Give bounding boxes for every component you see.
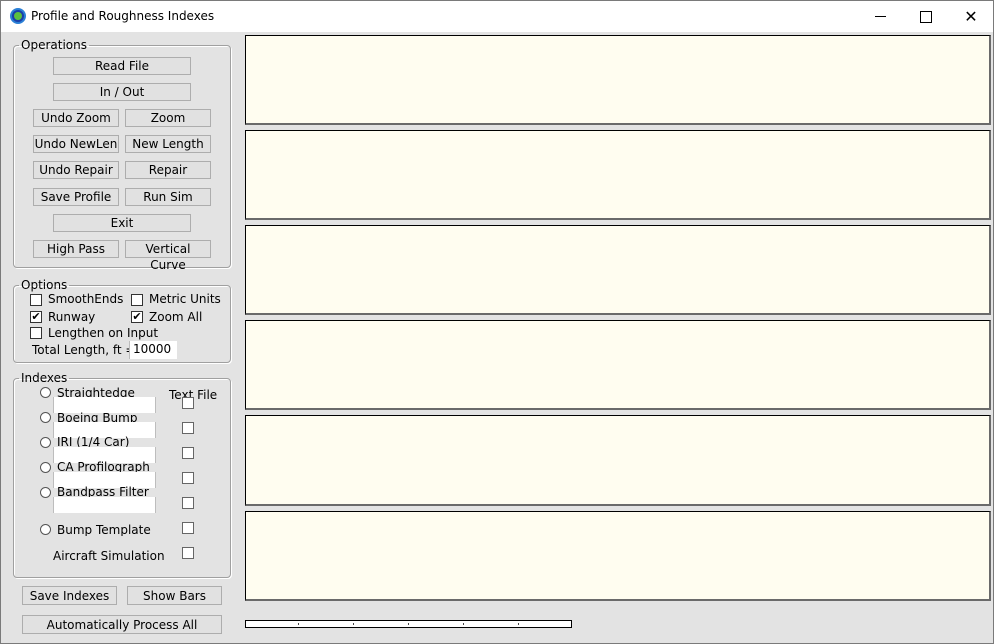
save-profile-button[interactable]: Save Profile — [33, 188, 119, 206]
zoom-all-checkbox[interactable]: ✔ — [131, 311, 143, 323]
plot-panel-1[interactable] — [245, 35, 991, 125]
close-button[interactable]: ✕ — [948, 1, 994, 32]
bandpass-filter-value[interactable] — [53, 497, 156, 513]
options-legend: Options — [21, 278, 68, 292]
aircraft-simulation-label: Aircraft Simulation — [53, 549, 165, 562]
zoom-all-label: Zoom All — [149, 310, 203, 324]
undo-zoom-button[interactable]: Undo Zoom — [33, 109, 119, 127]
bump-template-radio[interactable] — [40, 524, 51, 535]
maximize-button[interactable] — [903, 1, 949, 32]
straightedge-textfile-checkbox[interactable] — [182, 397, 194, 409]
iri-radio[interactable] — [40, 437, 51, 448]
app-globe-icon — [10, 8, 26, 24]
read-file-button[interactable]: Read File — [53, 57, 191, 75]
lengthen-on-input-label: Lengthen on Input — [48, 326, 159, 340]
in-out-button[interactable]: In / Out — [53, 83, 191, 101]
progress-tick — [463, 623, 464, 625]
progress-tick — [298, 623, 299, 625]
plot-panel-3[interactable] — [245, 225, 991, 315]
boeing-bump-radio[interactable] — [40, 412, 51, 423]
smooth-ends-checkbox[interactable] — [30, 294, 42, 306]
runway-label: Runway — [48, 310, 96, 324]
repair-button[interactable]: Repair — [125, 161, 211, 179]
ca-profilograph-label: CA Profilograph — [57, 460, 150, 472]
indexes-legend: Indexes — [21, 371, 68, 385]
close-icon: ✕ — [964, 6, 978, 26]
aircraft-simulation-textfile-checkbox[interactable] — [182, 547, 194, 559]
operations-legend: Operations — [21, 38, 87, 52]
minimize-button[interactable] — [857, 1, 903, 32]
new-length-button[interactable]: New Length — [125, 135, 211, 153]
show-bars-button[interactable]: Show Bars — [127, 586, 222, 605]
ca-profilograph-radio[interactable] — [40, 462, 51, 473]
bandpass-filter-radio[interactable] — [40, 487, 51, 498]
maximize-icon — [920, 10, 932, 23]
undo-newlen-button[interactable]: Undo NewLen — [33, 135, 119, 153]
undo-repair-button[interactable]: Undo Repair — [33, 161, 119, 179]
lengthen-on-input-checkbox[interactable] — [30, 327, 42, 339]
progress-bar — [245, 620, 572, 628]
high-pass-button[interactable]: High Pass — [33, 240, 119, 258]
window-title: Profile and Roughness Indexes — [31, 9, 215, 23]
auto-process-all-button[interactable]: Automatically Process All — [22, 615, 222, 634]
title-bar: Profile and Roughness Indexes ✕ — [1, 1, 993, 32]
bump-template-label: Bump Template — [57, 523, 151, 536]
straightedge-radio[interactable] — [40, 387, 51, 398]
minimize-icon — [874, 16, 886, 17]
bump-template-textfile-checkbox[interactable] — [182, 522, 194, 534]
progress-tick — [518, 623, 519, 625]
progress-tick — [353, 623, 354, 625]
save-indexes-button[interactable]: Save Indexes — [22, 586, 117, 605]
metric-units-label: Metric Units — [149, 292, 221, 306]
total-length-label: Total Length, ft = — [32, 343, 136, 357]
boeing-bump-textfile-checkbox[interactable] — [182, 422, 194, 434]
runway-checkbox[interactable]: ✔ — [30, 311, 42, 323]
exit-button[interactable]: Exit — [53, 214, 191, 232]
ca-profilograph-textfile-checkbox[interactable] — [182, 472, 194, 484]
iri-textfile-checkbox[interactable] — [182, 447, 194, 459]
zoom-button[interactable]: Zoom — [125, 109, 211, 127]
plot-panel-4[interactable] — [245, 320, 991, 410]
plot-panel-6[interactable] — [245, 511, 991, 601]
bandpass-filter-textfile-checkbox[interactable] — [182, 497, 194, 509]
metric-units-checkbox[interactable] — [131, 294, 143, 306]
vertical-curve-button[interactable]: Vertical Curve — [125, 240, 211, 272]
progress-tick — [408, 623, 409, 625]
run-sim-button[interactable]: Run Sim — [125, 188, 211, 206]
main-window: Profile and Roughness Indexes ✕ Operatio… — [0, 0, 994, 644]
plot-panel-5[interactable] — [245, 415, 991, 506]
total-length-input[interactable]: 10000 — [129, 341, 177, 359]
smooth-ends-label: SmoothEnds — [48, 292, 124, 306]
plot-panel-2[interactable] — [245, 130, 991, 220]
